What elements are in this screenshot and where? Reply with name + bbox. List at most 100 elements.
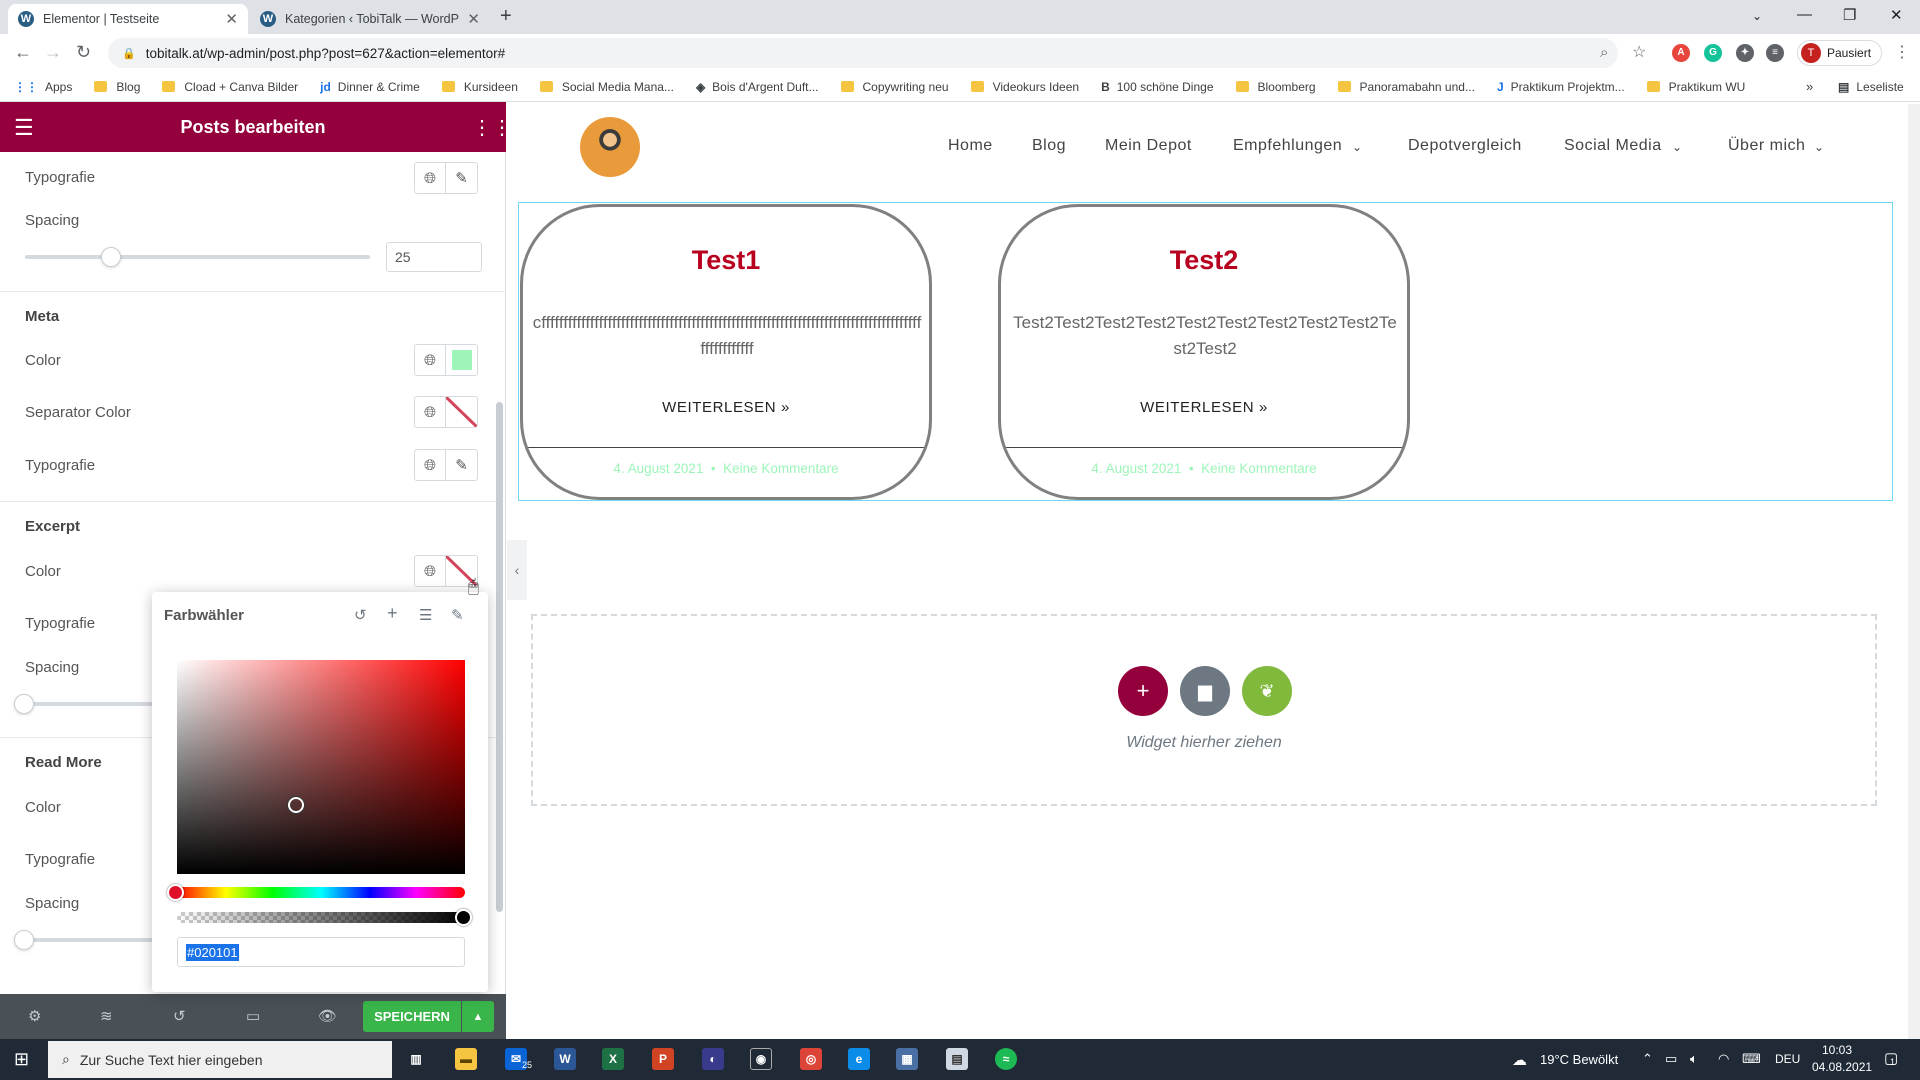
spacing-input[interactable] bbox=[386, 242, 482, 272]
hue-slider-handle[interactable] bbox=[167, 884, 184, 901]
post-title[interactable]: Test1 bbox=[523, 245, 929, 276]
grammarly-icon[interactable]: G bbox=[1704, 44, 1722, 62]
close-tab-icon[interactable]: ✕ bbox=[225, 10, 238, 28]
preview-eye-icon[interactable]: 👁︎ bbox=[318, 1007, 337, 1025]
bookmark-star-icon[interactable]: ☆ bbox=[1632, 42, 1646, 62]
spacing-slider-handle[interactable] bbox=[101, 247, 122, 267]
post-card[interactable]: Test2 Test2Test2Test2Test2Test2Test2Test… bbox=[998, 204, 1410, 500]
bookmark-item[interactable]: jd Dinner & Crime bbox=[320, 80, 420, 94]
navigator-layers-icon[interactable]: ≋ bbox=[100, 1007, 113, 1025]
back-icon[interactable]: ← bbox=[14, 42, 32, 63]
read-more-link[interactable]: WEITERLESEN » bbox=[523, 399, 929, 416]
volume-icon[interactable]: 🔈︎ bbox=[1690, 1051, 1698, 1067]
read-more-spacing-slider-handle[interactable] bbox=[14, 930, 34, 950]
nav-social-media[interactable]: Social Media bbox=[1564, 137, 1662, 155]
global-icon[interactable]: 🌐︎ bbox=[414, 396, 446, 428]
post-title[interactable]: Test2 bbox=[1001, 245, 1407, 276]
bookmark-apps[interactable]: ⋮⋮ Apps bbox=[14, 80, 72, 94]
hex-color-input[interactable]: #020101 bbox=[177, 937, 465, 967]
post-comments[interactable]: Keine Kommentare bbox=[723, 461, 839, 476]
spotify-icon[interactable]: ≈ bbox=[995, 1048, 1017, 1070]
more-bookmarks-icon[interactable]: » bbox=[1806, 79, 1813, 94]
post-card[interactable]: Test1 cfffffffffffffffffffffffffffffffff… bbox=[520, 204, 932, 500]
minimize-icon[interactable]: — bbox=[1797, 6, 1812, 23]
close-window-icon[interactable]: ✕ bbox=[1890, 6, 1903, 24]
bookmark-item[interactable]: J Praktikum Projektm... bbox=[1497, 80, 1625, 94]
keyboard-icon[interactable]: ⌨ bbox=[1742, 1051, 1761, 1067]
zoom-icon[interactable]: ⌕ bbox=[1600, 44, 1608, 61]
bookmark-item[interactable]: ◈ Bois d'Argent Duft... bbox=[696, 80, 819, 94]
chrome-icon[interactable]: ◎ bbox=[800, 1048, 822, 1070]
site-logo[interactable] bbox=[580, 117, 640, 177]
global-colors-icon[interactable]: ☰ bbox=[419, 606, 432, 624]
save-button[interactable]: SPEICHERN bbox=[363, 1001, 461, 1032]
global-icon[interactable]: 🌐︎ bbox=[414, 555, 446, 587]
nav-blog[interactable]: Blog bbox=[1032, 137, 1066, 155]
clock-time[interactable]: 10:03 bbox=[1822, 1043, 1852, 1057]
app-icon[interactable]: ▤ bbox=[946, 1048, 968, 1070]
excerpt-spacing-slider-handle[interactable] bbox=[14, 694, 34, 714]
read-more-link[interactable]: WEITERLESEN » bbox=[1001, 399, 1407, 416]
clock-date[interactable]: 04.08.2021 bbox=[1812, 1060, 1872, 1074]
new-tab-icon[interactable]: + bbox=[500, 5, 512, 28]
page-scrollbar[interactable] bbox=[1908, 104, 1920, 1039]
restore-icon[interactable]: ❐ bbox=[1843, 6, 1856, 24]
reload-icon[interactable]: ↻ bbox=[76, 42, 91, 63]
nav-ueber-mich[interactable]: Über mich bbox=[1728, 137, 1805, 155]
reading-list[interactable]: ▤ Leseliste bbox=[1838, 80, 1904, 94]
responsive-mode-icon[interactable]: ▭ bbox=[246, 1007, 260, 1025]
edge-icon[interactable]: e bbox=[848, 1048, 870, 1070]
bookmark-item[interactable]: Videokurs Ideen bbox=[970, 80, 1079, 94]
nav-depotvergleich[interactable]: Depotvergleich bbox=[1408, 137, 1522, 155]
adblock-icon[interactable]: A bbox=[1672, 44, 1690, 62]
history-icon[interactable]: ↺ bbox=[173, 1007, 186, 1025]
bookmark-item[interactable]: Kursideen bbox=[441, 80, 518, 94]
nav-home[interactable]: Home bbox=[948, 137, 993, 155]
excel-icon[interactable]: X bbox=[602, 1048, 624, 1070]
menu-kebab-icon[interactable]: ⋮ bbox=[1894, 42, 1910, 62]
tab-elementor[interactable]: W Elementor | Testseite ✕ bbox=[8, 4, 248, 34]
language-indicator[interactable]: DEU bbox=[1775, 1052, 1800, 1066]
tab-kategorien[interactable]: W Kategorien ‹ TobiTalk — WordPre ✕ bbox=[250, 4, 490, 34]
app-icon[interactable]: ◐ bbox=[702, 1048, 724, 1070]
bookmark-item[interactable]: B 100 schöne Dinge bbox=[1101, 80, 1213, 94]
bookmark-item[interactable]: Blog bbox=[94, 80, 140, 94]
opacity-slider[interactable] bbox=[177, 912, 465, 923]
task-view-icon[interactable]: ▥ bbox=[405, 1048, 427, 1070]
widgets-grid-icon[interactable]: ⋮⋮⋮ bbox=[472, 115, 532, 140]
bookmark-item[interactable]: Copywriting neu bbox=[840, 80, 949, 94]
word-icon[interactable]: W bbox=[554, 1048, 576, 1070]
network-icon[interactable]: ▭ bbox=[1665, 1051, 1677, 1067]
spacing-slider-track[interactable] bbox=[25, 255, 370, 259]
nav-mein-depot[interactable]: Mein Depot bbox=[1105, 137, 1192, 155]
settings-gear-icon[interactable]: ⚙ bbox=[28, 1007, 41, 1025]
address-bar[interactable]: 🔒 tobitalk.at/wp-admin/post.php?post=627… bbox=[108, 38, 1618, 68]
taskbar-search[interactable]: ⌕ Zur Suche Text hier eingeben bbox=[48, 1041, 392, 1078]
reset-icon[interactable]: ↺ bbox=[354, 606, 367, 624]
wifi-icon[interactable]: ◠ bbox=[1718, 1051, 1729, 1067]
saturation-value-handle[interactable] bbox=[288, 797, 304, 813]
close-tab-icon[interactable]: ✕ bbox=[467, 10, 480, 28]
global-icon[interactable]: 🌐︎ bbox=[414, 162, 446, 194]
edit-pencil-icon[interactable]: ✎ bbox=[446, 162, 478, 194]
eyedropper-icon[interactable]: ✎ bbox=[451, 606, 464, 624]
saturation-value-area[interactable] bbox=[177, 660, 465, 874]
weather-text[interactable]: 19°C Bewölkt bbox=[1540, 1052, 1618, 1067]
opacity-slider-handle[interactable] bbox=[455, 909, 472, 926]
panel-scrollbar[interactable] bbox=[496, 402, 503, 912]
hue-slider[interactable] bbox=[177, 887, 465, 898]
edit-pencil-icon[interactable]: ✎ bbox=[446, 449, 478, 481]
bookmark-item[interactable]: Bloomberg bbox=[1235, 80, 1316, 94]
tab-search-icon[interactable]: ⌄ bbox=[1752, 9, 1762, 23]
collapse-panel-handle[interactable]: ‹ bbox=[507, 540, 527, 600]
add-section-button[interactable]: + bbox=[1118, 666, 1168, 716]
app-icon[interactable]: ▦ bbox=[896, 1048, 918, 1070]
add-template-button[interactable]: ▆ bbox=[1180, 666, 1230, 716]
bookmark-item[interactable]: Praktikum WU bbox=[1646, 80, 1745, 94]
nav-empfehlungen[interactable]: Empfehlungen bbox=[1233, 137, 1342, 155]
bookmark-item[interactable]: Panoramabahn und... bbox=[1337, 80, 1475, 94]
meta-color-swatch[interactable] bbox=[446, 344, 478, 376]
windows-start-icon[interactable]: ⊞ bbox=[14, 1049, 29, 1070]
powerpoint-icon[interactable]: P bbox=[652, 1048, 674, 1070]
file-explorer-icon[interactable]: ▬ bbox=[455, 1048, 477, 1070]
